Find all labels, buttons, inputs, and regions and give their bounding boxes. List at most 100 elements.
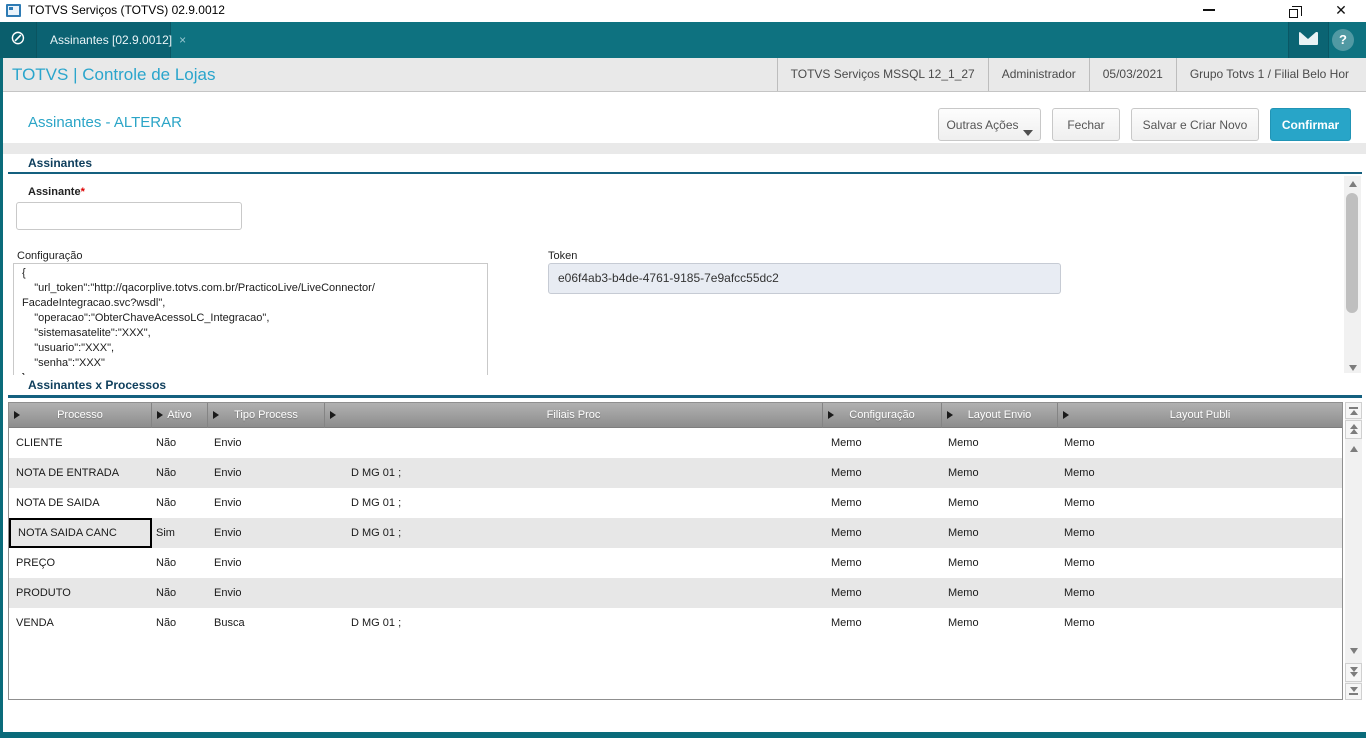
grid-cell[interactable]: Memo (823, 608, 942, 638)
grid-cell[interactable]: PRODUTO (9, 578, 152, 608)
section-rule-2 (8, 395, 1362, 398)
grid-cell[interactable]: Memo (942, 548, 1058, 578)
grid-cell[interactable]: Não (152, 578, 208, 608)
column-header[interactable]: Layout Publi (1058, 403, 1342, 428)
grid-cell[interactable]: Não (152, 548, 208, 578)
totvs-menu-button[interactable]: ⊘ (0, 22, 37, 58)
grid-cell[interactable]: NOTA DE SAIDA (9, 488, 152, 518)
grid-cell[interactable]: D MG 01 ; (325, 518, 823, 548)
tab-close-icon[interactable]: × (179, 33, 186, 47)
page-title: Assinantes - ALTERAR (28, 114, 182, 131)
go-last-row-button[interactable] (1345, 683, 1362, 700)
grid-cell[interactable] (325, 578, 823, 608)
grid-cell[interactable]: Memo (942, 458, 1058, 488)
grid-cell[interactable]: Envio (208, 488, 325, 518)
grid-cell[interactable] (325, 548, 823, 578)
grid-row: PREÇO Não Envio Memo Memo Memo (9, 548, 1342, 578)
tab-assinantes[interactable]: Assinantes [02.9.0012] × (37, 22, 186, 58)
grid-cell[interactable]: Não (152, 488, 208, 518)
grid-cell[interactable]: NOTA SAIDA CANC (9, 518, 152, 548)
window-titlebar: TOTVS Serviços (TOTVS) 02.9.0012 ✕ (0, 0, 1366, 22)
configuracao-textarea[interactable]: { "url_token":"http://qacorplive.totvs.c… (13, 263, 488, 375)
grid-cell[interactable]: Memo (1058, 428, 1342, 458)
close-button[interactable]: ✕ (1320, 0, 1362, 22)
grid-cell[interactable]: Memo (1058, 488, 1342, 518)
grid-cell[interactable]: Memo (942, 608, 1058, 638)
grid-cell[interactable]: D MG 01 ; (325, 608, 823, 638)
grid-cell[interactable]: D MG 01 ; (325, 458, 823, 488)
grid-cell[interactable]: Não (152, 608, 208, 638)
restore-button[interactable] (1272, 0, 1314, 22)
grid-cell[interactable]: Memo (1058, 518, 1342, 548)
scroll-up-icon[interactable] (1344, 178, 1361, 187)
grid-cell[interactable]: Não (152, 458, 208, 488)
grid-cell[interactable]: Envio (208, 548, 325, 578)
grid-cell[interactable]: Sim (152, 518, 208, 548)
fechar-button[interactable]: Fechar (1052, 108, 1120, 141)
page-up-button[interactable] (1345, 420, 1362, 439)
column-header[interactable]: Processo (9, 403, 152, 428)
column-marker-icon (14, 411, 20, 419)
grid-cell[interactable] (325, 428, 823, 458)
grid-cell[interactable]: Envio (208, 518, 325, 548)
column-header[interactable]: Tipo Process (208, 403, 325, 428)
go-first-row-button[interactable] (1345, 402, 1362, 419)
totvs-logo-icon: ⊘ (10, 28, 26, 49)
grid-cell[interactable]: Memo (1058, 578, 1342, 608)
assinante-input[interactable] (16, 202, 242, 230)
grid-cell[interactable]: Memo (942, 428, 1058, 458)
page-down-button[interactable] (1345, 663, 1362, 682)
row-up-icon[interactable] (1345, 443, 1362, 452)
grid-cell[interactable]: Memo (942, 518, 1058, 548)
grid-cell[interactable]: Envio (208, 428, 325, 458)
grid-cell[interactable]: Envio (208, 458, 325, 488)
grid-cell[interactable]: Memo (823, 488, 942, 518)
grid-cell[interactable]: Memo (1058, 458, 1342, 488)
grid-cell[interactable]: PREÇO (9, 548, 152, 578)
grid-row: CLIENTE Não Envio Memo Memo Memo (9, 428, 1342, 458)
grid-cell[interactable]: CLIENTE (9, 428, 152, 458)
grid-cell[interactable]: Memo (823, 578, 942, 608)
brand-title: TOTVS | Controle de Lojas (12, 65, 216, 84)
form-scrollbar-thumb[interactable] (1346, 193, 1358, 313)
grid-cell[interactable]: Busca (208, 608, 325, 638)
grid-cell[interactable]: Memo (1058, 608, 1342, 638)
column-marker-icon (157, 411, 163, 419)
current-date[interactable]: 05/03/2021 (1088, 58, 1176, 91)
outras-acoes-button[interactable]: Outras Ações (938, 108, 1041, 141)
token-label: Token (548, 250, 578, 262)
help-button[interactable]: ? (1332, 29, 1354, 51)
mail-button[interactable] (1288, 22, 1329, 58)
column-header-label: Layout Envio (967, 409, 1032, 421)
scroll-down-icon[interactable] (1344, 362, 1361, 371)
grid-cell[interactable]: Memo (823, 458, 942, 488)
page-bottom-border (0, 732, 1366, 738)
column-header[interactable]: Layout Envio (942, 403, 1058, 428)
grid-cell[interactable]: Não (152, 428, 208, 458)
grid-cell[interactable]: Memo (823, 428, 942, 458)
grid-cell[interactable]: Memo (1058, 548, 1342, 578)
page-left-border (0, 58, 3, 732)
row-down-icon[interactable] (1345, 645, 1362, 654)
salvar-e-criar-novo-button[interactable]: Salvar e Criar Novo (1131, 108, 1259, 141)
required-asterisk: * (80, 186, 85, 198)
confirmar-button[interactable]: Confirmar (1270, 108, 1351, 141)
grid-cell[interactable]: VENDA (9, 608, 152, 638)
grid-cell[interactable]: NOTA DE ENTRADA (9, 458, 152, 488)
grid-cell[interactable]: Memo (823, 548, 942, 578)
user-name[interactable]: Administrador (987, 58, 1089, 91)
column-header[interactable]: Configuração (823, 403, 942, 428)
minimize-button[interactable] (1188, 0, 1230, 22)
grid-row: VENDA Não Busca D MG 01 ; Memo Memo Memo (9, 608, 1342, 638)
grid-cell[interactable]: Memo (942, 578, 1058, 608)
grid-cell[interactable]: D MG 01 ; (325, 488, 823, 518)
form-scrollbar[interactable] (1344, 176, 1361, 373)
grid-scrollbar[interactable] (1345, 402, 1362, 700)
group-branch[interactable]: Grupo Totvs 1 / Filial Belo Hor (1175, 58, 1362, 91)
grid-cell[interactable]: Memo (942, 488, 1058, 518)
grid-cell[interactable]: Envio (208, 578, 325, 608)
column-header[interactable]: Filiais Proc (325, 403, 823, 428)
token-field: e06f4ab3-b4de-4761-9185-7e9afcc55dc2 (548, 263, 1061, 294)
column-header[interactable]: Ativo (152, 403, 208, 428)
grid-cell[interactable]: Memo (823, 518, 942, 548)
